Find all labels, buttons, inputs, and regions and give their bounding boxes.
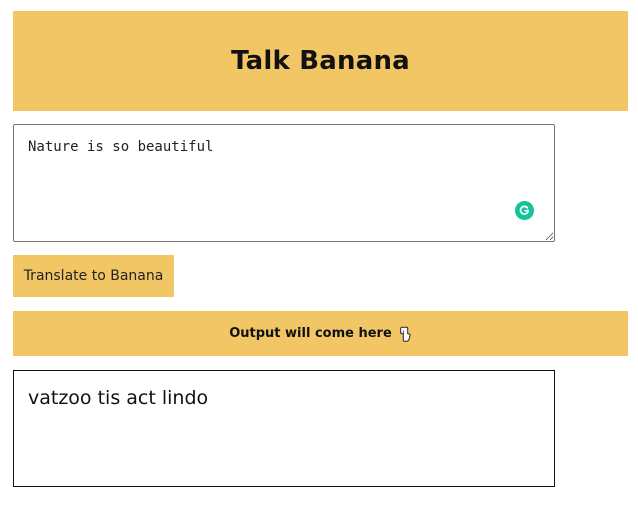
- text-input[interactable]: [13, 124, 555, 242]
- output-banner-label: Output will come here: [229, 326, 392, 341]
- output-box: vatzoo tis act lindo: [13, 370, 555, 487]
- translate-button[interactable]: Translate to Banana: [13, 255, 174, 297]
- grammarly-icon[interactable]: [515, 201, 534, 220]
- app-header: Talk Banana: [13, 11, 628, 111]
- pointing-down-hand-icon: [398, 326, 412, 342]
- input-area: [13, 124, 555, 242]
- output-banner: Output will come here: [13, 311, 628, 356]
- page-title: Talk Banana: [231, 46, 410, 76]
